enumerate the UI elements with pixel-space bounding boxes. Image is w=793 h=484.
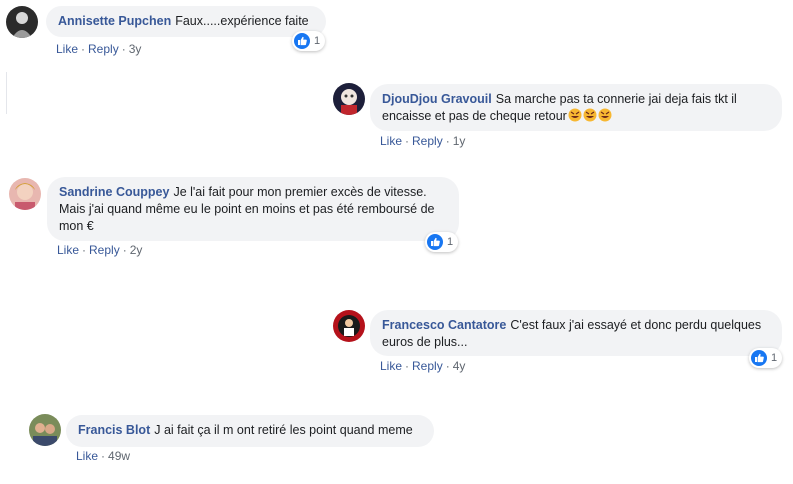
- comment-text: Faux.....expérience faite: [175, 14, 309, 28]
- timestamp[interactable]: 3y: [129, 42, 142, 56]
- reaction-count[interactable]: 1: [749, 348, 783, 368]
- reply-link[interactable]: Reply: [89, 243, 120, 257]
- reaction-count[interactable]: 1: [292, 31, 326, 51]
- comment-author[interactable]: Francis Blot: [78, 423, 150, 437]
- comment-author[interactable]: Sandrine Couppey: [59, 185, 169, 199]
- rolling-on-floor-laughing-emoji: [568, 108, 582, 122]
- timestamp[interactable]: 49w: [108, 449, 130, 463]
- comment-actions: Like · 49w: [76, 449, 131, 463]
- avatar[interactable]: [29, 414, 61, 446]
- comment-author[interactable]: Francesco Cantatore: [382, 318, 506, 332]
- like-link[interactable]: Like: [57, 243, 79, 257]
- comment-bubble: Sandrine Couppey Je l'ai fait pour mon pr…: [47, 177, 459, 241]
- comment-bubble: DjouDjou Gravouil Sa marche pas ta conner…: [370, 84, 782, 131]
- avatar[interactable]: [333, 310, 365, 342]
- comment-bubble: Francesco Cantatore C'est faux j'ai essay…: [370, 310, 782, 356]
- emoji-group: [567, 108, 612, 123]
- timestamp[interactable]: 2y: [130, 243, 143, 257]
- avatar[interactable]: [9, 178, 41, 210]
- timestamp[interactable]: 1y: [453, 134, 466, 148]
- comment-actions: Like · Reply · 2y: [57, 243, 143, 257]
- rolling-on-floor-laughing-emoji: [583, 108, 597, 122]
- timestamp[interactable]: 4y: [453, 359, 466, 373]
- reaction-number: 1: [771, 352, 778, 364]
- reaction-count[interactable]: 1: [425, 232, 459, 252]
- comment-actions: Like · Reply · 4y: [380, 359, 466, 373]
- comment-text: J ai fait ça il m ont retiré les point q…: [154, 423, 413, 437]
- like-icon: [427, 234, 443, 250]
- like-icon: [751, 350, 767, 366]
- reply-link[interactable]: Reply: [412, 134, 443, 148]
- reaction-number: 1: [314, 35, 321, 47]
- avatar[interactable]: [333, 83, 365, 115]
- reply-link[interactable]: Reply: [412, 359, 443, 373]
- comment-author[interactable]: DjouDjou Gravouil: [382, 92, 492, 106]
- reply-link[interactable]: Reply: [88, 42, 119, 56]
- comment-author[interactable]: Annisette Pupchen: [58, 14, 171, 28]
- avatar[interactable]: [6, 6, 38, 38]
- like-link[interactable]: Like: [380, 359, 402, 373]
- rolling-on-floor-laughing-emoji: [598, 108, 612, 122]
- thread-line: [6, 72, 7, 114]
- reaction-number: 1: [447, 236, 454, 248]
- comment-bubble: Francis Blot J ai fait ça il m ont retiré…: [66, 415, 434, 447]
- comment-actions: Like · Reply · 3y: [56, 42, 142, 56]
- like-link[interactable]: Like: [380, 134, 402, 148]
- like-link[interactable]: Like: [56, 42, 78, 56]
- comment-actions: Like · Reply · 1y: [380, 134, 466, 148]
- like-link[interactable]: Like: [76, 449, 98, 463]
- like-icon: [294, 33, 310, 49]
- comment-bubble: Annisette Pupchen Faux.....expérience fai…: [46, 6, 326, 37]
